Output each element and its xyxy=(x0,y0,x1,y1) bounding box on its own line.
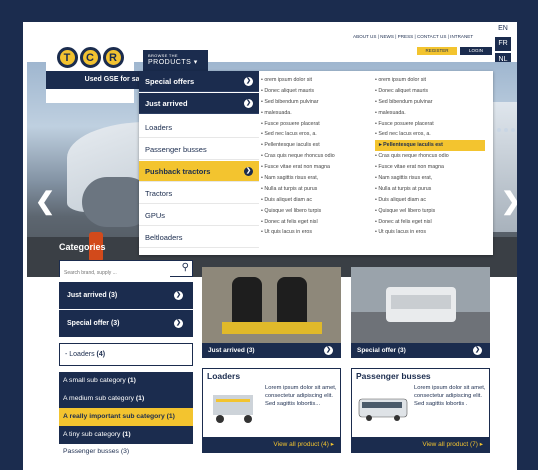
products-mega-menu: Special offers ❯ Just arrived ❯ Loaders Pa… xyxy=(139,71,493,255)
submenu-link[interactable]: • Quisque vel libero turpis xyxy=(375,206,485,217)
carousel-next-icon[interactable]: ❯ xyxy=(501,187,517,216)
category-just-arrived[interactable]: Just arrived (3) ❯ xyxy=(59,282,193,309)
browse-line2: PRODUCTS ▾ xyxy=(148,59,198,66)
search-box: ⚲ xyxy=(59,260,193,281)
chevron-right-icon: ❯ xyxy=(244,77,253,86)
chevron-right-icon: ❯ xyxy=(244,99,253,108)
lang-en[interactable]: EN xyxy=(495,22,511,36)
submenu-link[interactable]: • Cras quis neque rhoncus odio xyxy=(261,151,371,162)
box-passenger-busses: Passenger busses Lorem ipsum dolor sit a… xyxy=(351,368,490,453)
category-loaders[interactable]: - Loaders (4) xyxy=(59,343,193,366)
lang-fr[interactable]: FR xyxy=(495,37,511,51)
submenu-link[interactable]: • Duis aliquet diam ac xyxy=(261,195,371,206)
submenu-link[interactable]: • Quisque vel libero turpis xyxy=(261,206,371,217)
logo-letter-t: T xyxy=(56,47,78,68)
view-all-loaders-link[interactable]: View all product (4) ▸ xyxy=(203,437,340,452)
submenu-link[interactable]: • orem ipsum dolor sit xyxy=(375,75,485,86)
menu-item-special-offers[interactable]: Special offers ❯ xyxy=(139,71,259,92)
submenu-link[interactable]: • Sed bibendum pulvinar xyxy=(375,97,485,108)
submenu-column-1: • orem ipsum dolor sit • Donec aliquet ma… xyxy=(261,75,371,238)
carousel-prev-icon[interactable]: ❮ xyxy=(35,187,55,216)
submenu-link[interactable]: • Sed nec lacus eros, a. xyxy=(261,129,371,140)
menu-item-passenger-busses[interactable]: Passenger busses xyxy=(139,139,259,160)
logo-letter-c: C xyxy=(79,47,101,68)
submenu-link[interactable]: • Ut quis lacus in eros xyxy=(375,227,485,238)
submenu-link[interactable]: • Cras quis neque rhoncus odio xyxy=(375,151,485,162)
submenu-link[interactable]: • malesuada. xyxy=(375,108,485,119)
categories-title: Categories xyxy=(59,242,106,252)
subcategory-important[interactable]: A really important sub category (1) xyxy=(59,408,193,426)
logo-letter-r: R xyxy=(102,47,124,68)
submenu-link[interactable]: • Donec at felis eget nisl xyxy=(375,217,485,228)
subcategory-small[interactable]: A small sub category (1) xyxy=(59,372,193,390)
tcr-logo[interactable]: T C R Used GSE for sale xyxy=(46,43,180,103)
chevron-right-icon: ❯ xyxy=(473,346,482,355)
tile-image-tug xyxy=(351,267,490,343)
page: ABOUT US | NEWS | PRESS | CONTACT US | I… xyxy=(23,22,517,470)
submenu-link[interactable]: • Nulla at turpis at purus xyxy=(375,184,485,195)
subcategory-tiny[interactable]: A tiny sub category (1) xyxy=(59,426,193,444)
menu-item-loaders[interactable]: Loaders xyxy=(139,117,259,138)
loader-image xyxy=(213,395,253,423)
submenu-link[interactable]: • Sed nec lacus eros, a. xyxy=(375,129,485,140)
submenu-link[interactable]: • Donec at felis eget nisl xyxy=(261,217,371,228)
top-nav-links[interactable]: ABOUT US | NEWS | PRESS | CONTACT US | I… xyxy=(353,34,473,39)
register-button[interactable]: REGISTER xyxy=(417,47,457,55)
carousel-dots[interactable] xyxy=(497,128,515,132)
submenu-link[interactable]: • Duis aliquet diam ac xyxy=(375,195,485,206)
submenu-column-2: • orem ipsum dolor sit • Donec aliquet ma… xyxy=(375,75,485,238)
box-description: Lorem ipsum dolor sit amet, consectetur … xyxy=(265,385,337,407)
submenu-link[interactable]: • Nam sagittis risus erat, xyxy=(375,173,485,184)
submenu-link[interactable]: • malesuada. xyxy=(261,108,371,119)
submenu-link[interactable]: • Nam sagittis risus erat, xyxy=(261,173,371,184)
chevron-right-icon: ❯ xyxy=(324,346,333,355)
search-icon[interactable]: ⚲ xyxy=(182,262,189,273)
menu-item-gpus[interactable]: GPUs xyxy=(139,205,259,226)
chevron-right-icon: ❯ xyxy=(174,319,183,328)
tile-bar: Just arrived (3) ❯ xyxy=(202,343,341,358)
login-button[interactable]: LOGIN xyxy=(460,47,492,55)
submenu-link[interactable]: • Donec aliquet mauris xyxy=(261,86,371,97)
submenu-link[interactable]: • Sed bibendum pulvinar xyxy=(261,97,371,108)
submenu-link[interactable]: • Pellentesque iaculis est xyxy=(261,140,371,151)
menu-item-tractors[interactable]: Tractors xyxy=(139,183,259,204)
tile-bar: Special offer (3) ❯ xyxy=(351,343,490,358)
category-passenger-busses[interactable]: Passenger busses (3) xyxy=(59,447,193,457)
chevron-right-icon: ❯ xyxy=(244,167,253,176)
tile-image-wheels xyxy=(202,267,341,343)
menu-item-pushback-tractors[interactable]: Pushback tractors ❯ xyxy=(139,161,259,182)
chevron-right-icon: ❯ xyxy=(174,291,183,300)
category-special-offer[interactable]: Special offer (3) ❯ xyxy=(59,310,193,337)
box-description: Lorem ipsum dolor sit amet, consectetur … xyxy=(414,385,486,407)
submenu-link[interactable]: • Nulla at turpis at purus xyxy=(261,184,371,195)
submenu-link[interactable]: • Fusce posuere placerat xyxy=(375,119,485,130)
submenu-link[interactable]: • Ut quis lacus in eros xyxy=(261,227,371,238)
tile-just-arrived[interactable]: Just arrived (3) ❯ xyxy=(202,267,341,358)
view-all-busses-link[interactable]: View all product (7) ▸ xyxy=(352,437,489,452)
menu-item-just-arrived[interactable]: Just arrived ❯ xyxy=(139,93,259,114)
subcategory-medium[interactable]: A medium sub category (1) xyxy=(59,390,193,408)
box-title: Passenger busses xyxy=(356,371,431,381)
submenu-link[interactable]: • Fusce vitae erat non magna xyxy=(261,162,371,173)
submenu-link[interactable]: ▸ Pellentesque iaculis est xyxy=(375,140,485,152)
submenu-link[interactable]: • Fusce posuere placerat xyxy=(261,119,371,130)
browse-products-button[interactable]: BROWSE THE PRODUCTS ▾ xyxy=(143,50,208,72)
submenu-link[interactable]: • Fusce vitae erat non magna xyxy=(375,162,485,173)
box-loaders: Loaders Lorem ipsum dolor sit amet, cons… xyxy=(202,368,341,453)
submenu-link[interactable]: • orem ipsum dolor sit xyxy=(261,75,371,86)
tile-special-offer[interactable]: Special offer (3) ❯ xyxy=(351,267,490,358)
bus-image xyxy=(358,398,408,421)
submenu-link[interactable]: • Donec aliquet mauris xyxy=(375,86,485,97)
search-input[interactable] xyxy=(60,265,170,281)
box-title: Loaders xyxy=(207,371,241,381)
